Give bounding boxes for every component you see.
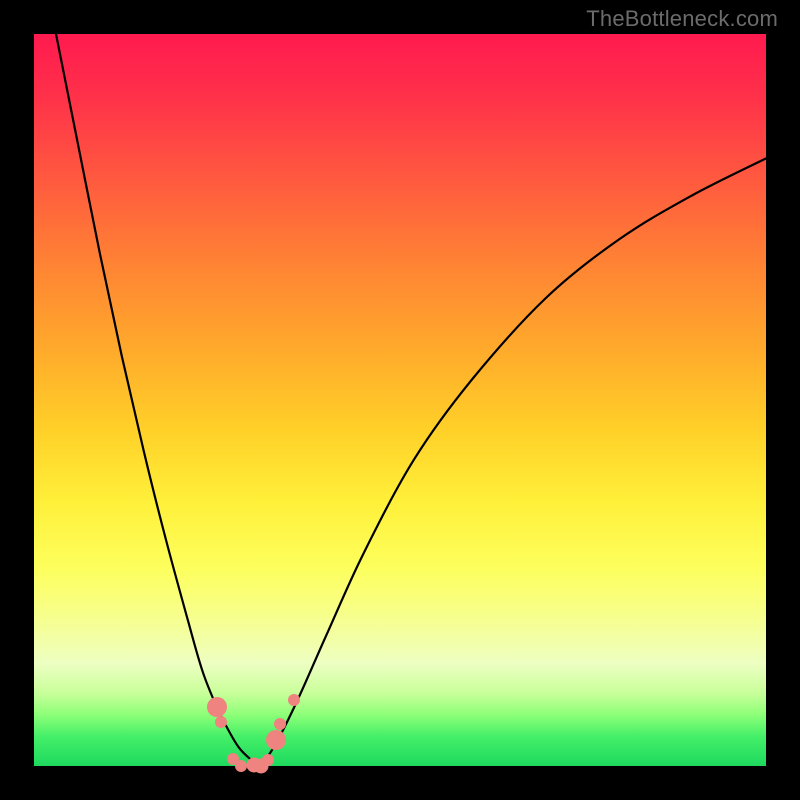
plot-area bbox=[34, 34, 766, 766]
data-marker bbox=[274, 718, 286, 730]
chart-frame: TheBottleneck.com bbox=[0, 0, 800, 800]
data-marker bbox=[266, 730, 286, 750]
data-marker bbox=[215, 716, 227, 728]
bottleneck-curve bbox=[34, 34, 766, 766]
data-marker bbox=[262, 754, 274, 766]
data-marker bbox=[288, 694, 300, 706]
data-marker bbox=[207, 697, 227, 717]
watermark-text: TheBottleneck.com bbox=[586, 6, 778, 32]
